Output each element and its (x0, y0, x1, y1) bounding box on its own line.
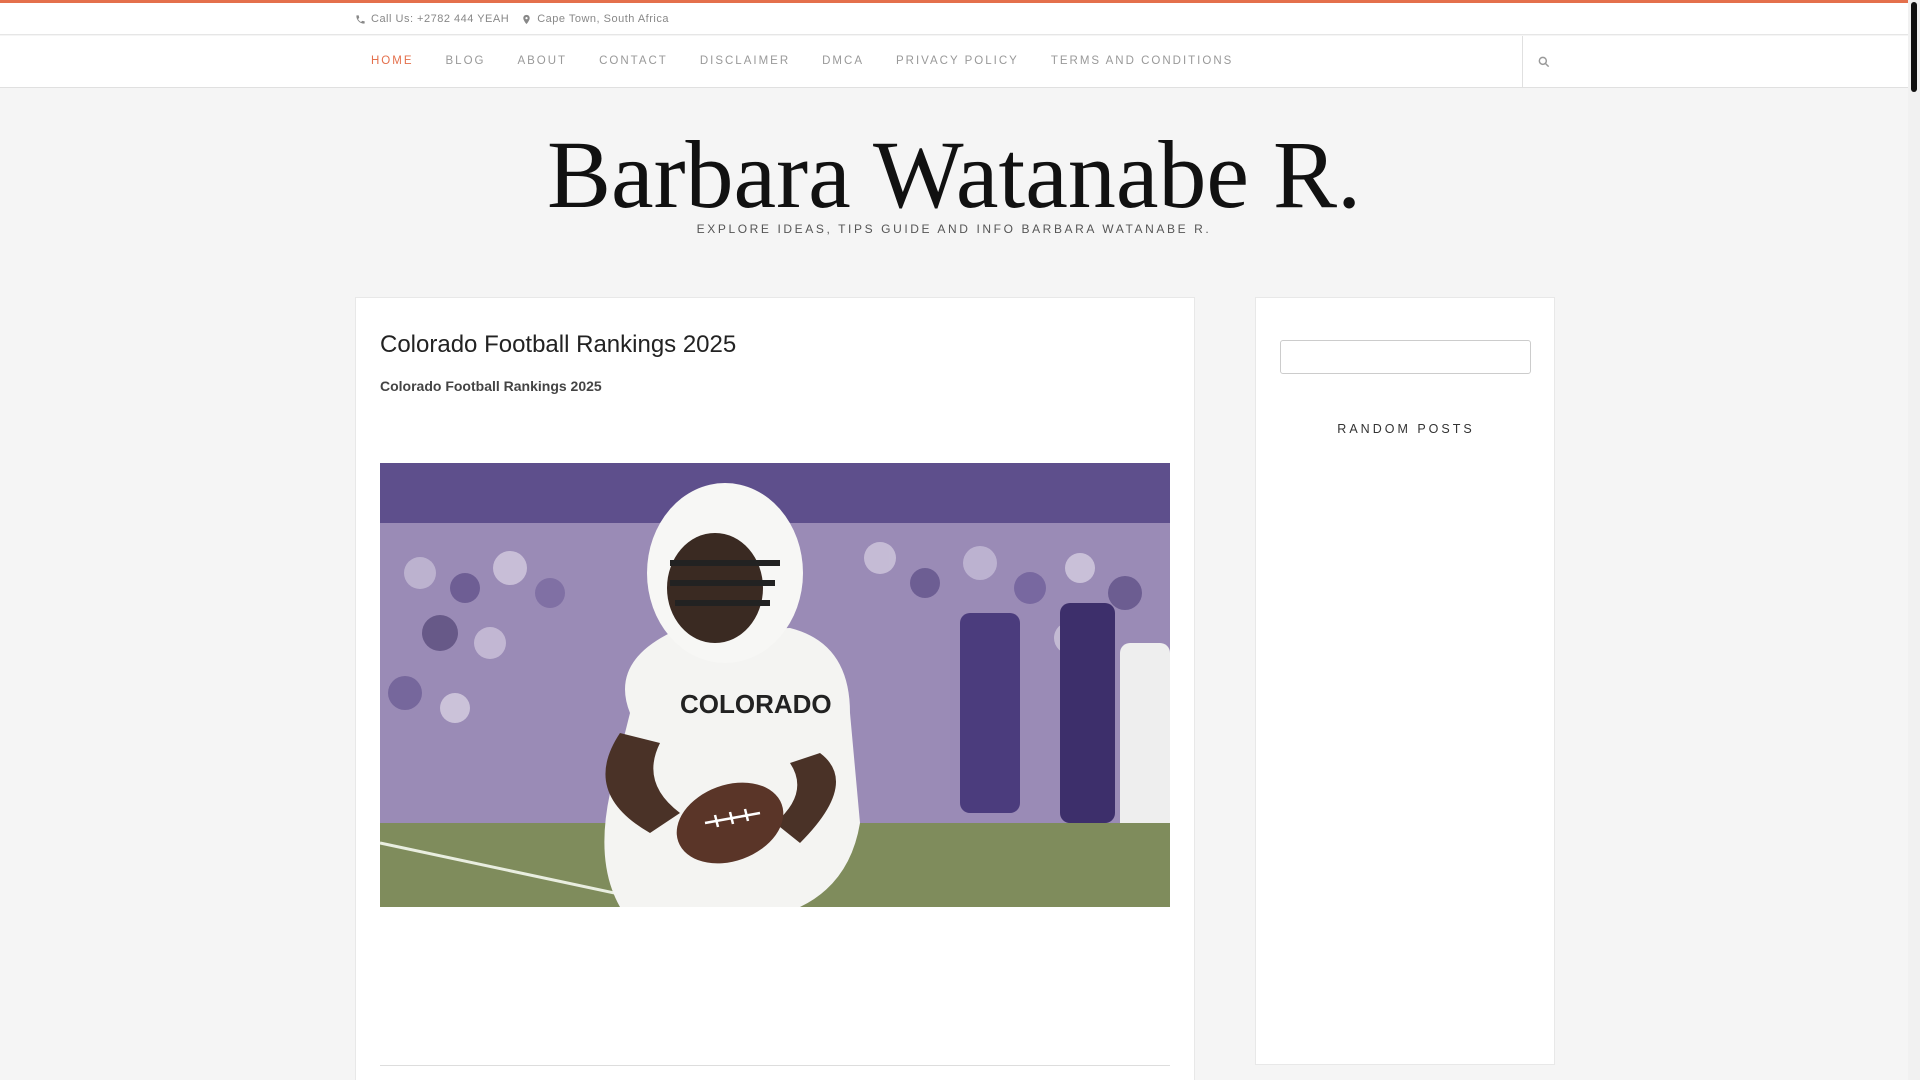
nav-item-about[interactable]: ABOUT (501, 36, 583, 87)
post-title[interactable]: Colorado Football Rankings 2025 (380, 331, 736, 359)
location-text: Cape Town, South Africa (537, 13, 669, 25)
scrollbar-thumb[interactable] (1911, 2, 1917, 92)
nav-item-contact[interactable]: CONTACT (583, 36, 684, 87)
site-title[interactable]: Barbara Watanabe R. (0, 120, 1908, 230)
post-card: Colorado Football Rankings 2025 Colorado… (355, 297, 1195, 1080)
sidebar-search-input[interactable] (1280, 340, 1531, 374)
random-posts-title: RANDOM POSTS (1337, 422, 1475, 436)
football-player-photo: COLORADO (380, 463, 1170, 907)
phone-text: Call Us: +2782 444 YEAH (371, 13, 510, 25)
main-navigation: HOME BLOG ABOUT CONTACT DISCLAIMER DMCA … (0, 36, 1908, 88)
post-subtitle: Colorado Football Rankings 2025 (380, 378, 602, 394)
phone-icon (356, 14, 365, 24)
nav-item-blog[interactable]: BLOG (430, 36, 502, 87)
nav-item-dmca[interactable]: DMCA (806, 36, 880, 87)
post-divider (380, 1065, 1170, 1066)
nav-item-privacy-policy[interactable]: PRIVACY POLICY (880, 36, 1035, 87)
site-tagline: EXPLORE IDEAS, TIPS GUIDE AND INFO BARBA… (696, 222, 1212, 236)
nav-item-terms-and-conditions[interactable]: TERMS AND CONDITIONS (1035, 36, 1249, 87)
nav-item-disclaimer[interactable]: DISCLAIMER (684, 36, 806, 87)
page-scrollbar[interactable] (1908, 0, 1920, 1080)
map-marker-icon (523, 14, 530, 24)
svg-text:COLORADO: COLORADO (680, 689, 832, 719)
location-info: Cape Town, South Africa (521, 13, 669, 25)
phone-info: Call Us: +2782 444 YEAH (355, 13, 509, 25)
sidebar: RANDOM POSTS (1255, 297, 1555, 1065)
site-header: Barbara Watanabe R. EXPLORE IDEAS, TIPS … (0, 120, 1908, 236)
nav-search-button[interactable] (1522, 36, 1565, 87)
top-info-bar: Call Us: +2782 444 YEAH Cape Town, South… (0, 3, 1908, 35)
search-icon (1538, 56, 1550, 67)
post-featured-image[interactable]: COLORADO (380, 463, 1170, 907)
nav-item-home[interactable]: HOME (355, 36, 430, 87)
